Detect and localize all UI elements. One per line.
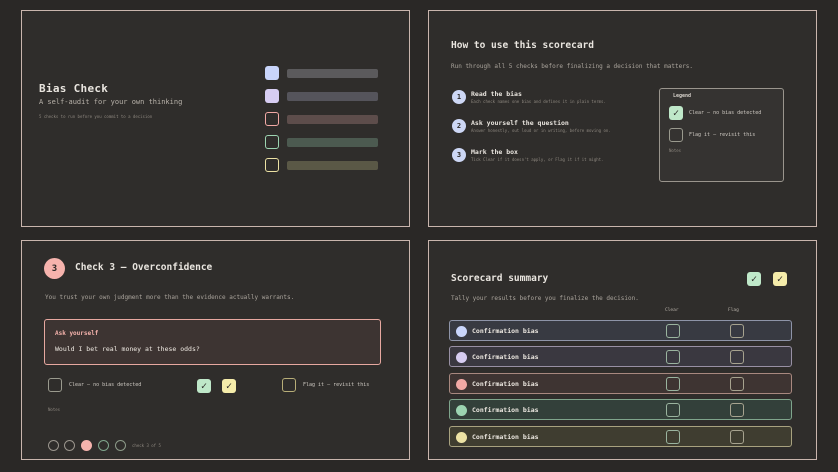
step-2-number: 2 — [452, 119, 466, 133]
ask-label: Ask yourself — [55, 330, 99, 337]
legend-flag-label: Flag it — revisit this — [689, 132, 756, 138]
swatch-pink — [265, 112, 279, 126]
progress-dot-3-active — [81, 440, 92, 451]
page-indicator: check 3 of 5 — [132, 443, 161, 448]
header-flag-check-icon: ✓ — [773, 272, 787, 286]
col-clear-header: Clear — [665, 308, 679, 313]
progress-dot-4 — [98, 440, 109, 451]
step-3-title: Mark the box — [471, 148, 518, 156]
row-dot — [456, 432, 467, 443]
summary-row-1: Confirmation bias — [449, 320, 792, 341]
progress-dot-5 — [115, 440, 126, 451]
row-dot — [456, 379, 467, 390]
row-clear-checkbox[interactable] — [666, 350, 680, 364]
row-clear-checkbox[interactable] — [666, 377, 680, 391]
bar-2 — [287, 92, 378, 101]
check-description: You trust your own judgment more than th… — [45, 294, 295, 301]
row-clear-checkbox[interactable] — [666, 430, 680, 444]
row-flag-checkbox[interactable] — [730, 377, 744, 391]
step-1-desc: Each check names one bias and defines it… — [471, 99, 606, 104]
summary-slide: Scorecard summary Tally your results bef… — [428, 240, 817, 460]
flag-checkbox[interactable] — [282, 378, 296, 392]
bar-1 — [287, 69, 378, 78]
row-clear-checkbox[interactable] — [666, 403, 680, 417]
swatch-yellow — [265, 158, 279, 172]
bar-4 — [287, 138, 378, 147]
header-clear-check-icon: ✓ — [747, 272, 761, 286]
clear-check-icon: ✓ — [197, 379, 211, 393]
row-dot — [456, 326, 467, 337]
slide-title: Bias Check — [39, 82, 109, 95]
check-title: Check 3 — Overconfidence — [75, 262, 213, 273]
step-3-desc: Tick Clear if it doesn't apply, or Flag … — [471, 157, 604, 162]
notes-label: Notes — [48, 407, 61, 412]
clear-label: Clear — no bias detected — [69, 382, 142, 388]
flag-check-icon: ✓ — [222, 379, 236, 393]
summary-subtitle: Tally your results before you finalize t… — [451, 295, 639, 302]
progress-dot-1 — [48, 440, 59, 451]
flag-label: Flag it — revisit this — [303, 382, 370, 388]
bar-5 — [287, 161, 378, 170]
row-label: Confirmation bias — [472, 380, 539, 388]
summary-title: Scorecard summary — [451, 273, 549, 284]
ask-question: Would I bet real money at these odds? — [55, 345, 200, 353]
slide-subtitle: Run through all 5 checks before finalizi… — [451, 63, 694, 70]
swatch-green — [265, 135, 279, 149]
swatch-blue — [265, 66, 279, 80]
row-flag-checkbox[interactable] — [730, 324, 744, 338]
row-label: Confirmation bias — [472, 406, 539, 414]
slide-note: 5 checks to run before you commit to a d… — [39, 114, 153, 119]
step-2-desc: Answer honestly, out loud or in writing,… — [471, 128, 611, 133]
col-flag-header: Flag — [728, 308, 739, 313]
legend-notes: Notes — [669, 148, 682, 153]
row-clear-checkbox[interactable] — [666, 324, 680, 338]
row-label: Confirmation bias — [472, 327, 539, 335]
slide-title: How to use this scorecard — [451, 40, 594, 51]
summary-row-2: Confirmation bias — [449, 346, 792, 367]
summary-row-3: Confirmation bias — [449, 373, 792, 394]
check-slide: 3 Check 3 — Overconfidence You trust you… — [21, 240, 410, 460]
row-flag-checkbox[interactable] — [730, 350, 744, 364]
legend-check-icon: ✓ — [669, 106, 683, 120]
step-1-number: 1 — [452, 90, 466, 104]
slide-subtitle: A self-audit for your own thinking — [39, 98, 183, 106]
row-label: Confirmation bias — [472, 353, 539, 361]
summary-row-4: Confirmation bias — [449, 399, 792, 420]
row-dot — [456, 405, 467, 416]
row-label: Confirmation bias — [472, 433, 539, 441]
ask-yourself-box: Ask yourself Would I bet real money at t… — [44, 319, 381, 365]
how-to-slide: How to use this scorecard Run through al… — [428, 10, 817, 227]
step-2-title: Ask yourself the question — [471, 119, 569, 127]
title-slide: Bias Check A self-audit for your own thi… — [21, 10, 410, 227]
swatch-lavender — [265, 89, 279, 103]
bar-3 — [287, 115, 378, 124]
check-number-badge: 3 — [44, 258, 65, 279]
row-dot — [456, 352, 467, 363]
legend-box: Legend ✓ Clear — no bias detected Flag i… — [659, 88, 784, 182]
legend-clear-label: Clear — no bias detected — [689, 110, 762, 116]
step-3-number: 3 — [452, 148, 466, 162]
summary-row-5: Confirmation bias — [449, 426, 792, 447]
row-flag-checkbox[interactable] — [730, 430, 744, 444]
clear-checkbox[interactable] — [48, 378, 62, 392]
row-flag-checkbox[interactable] — [730, 403, 744, 417]
progress-dot-2 — [64, 440, 75, 451]
legend-title: Legend — [673, 93, 692, 99]
step-1-title: Read the bias — [471, 90, 522, 98]
legend-flag-box — [669, 128, 683, 142]
